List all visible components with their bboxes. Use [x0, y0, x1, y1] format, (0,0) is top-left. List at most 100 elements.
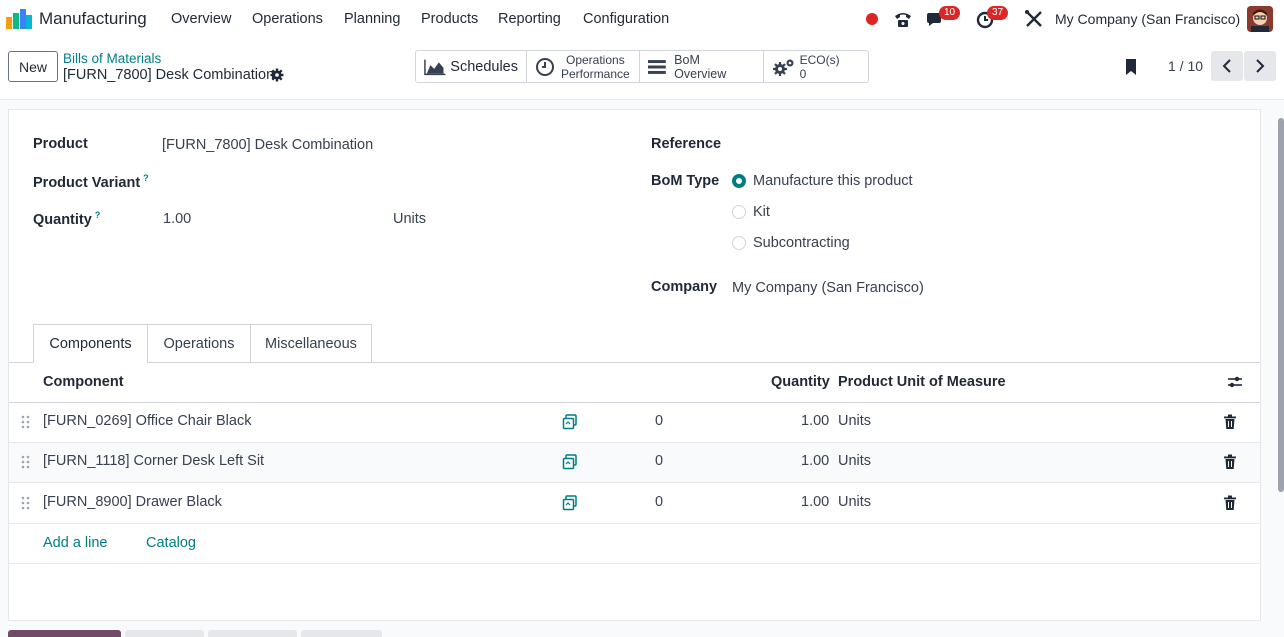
- menu-overview[interactable]: Overview: [171, 11, 231, 27]
- product-variant-label: Product Variant?: [33, 173, 149, 191]
- help-tooltip-icon[interactable]: ?: [143, 173, 149, 183]
- smart-buttons: Schedules Operations Performance BoM Ove…: [415, 50, 869, 83]
- column-quantity[interactable]: Quantity: [771, 374, 830, 390]
- bom-type-subcontracting-radio[interactable]: [732, 236, 746, 250]
- availability-cell: 0: [655, 494, 664, 510]
- pager-next-button[interactable]: [1244, 51, 1276, 81]
- add-line-row: Add a line Catalog: [9, 524, 1260, 564]
- eco-label: ECO(s): [799, 52, 840, 67]
- bom-type-subcontracting-label[interactable]: Subcontracting: [753, 235, 850, 251]
- availability-cell: 0: [655, 413, 664, 429]
- tab-components[interactable]: Components: [33, 324, 148, 363]
- component-cell[interactable]: [FURN_0269] Office Chair Black: [43, 413, 251, 429]
- bottom-primary-button[interactable]: [8, 630, 121, 637]
- company-label: Company: [651, 279, 718, 295]
- add-a-line-link[interactable]: Add a line: [43, 535, 108, 551]
- eco-button[interactable]: ECO(s) 0: [764, 51, 868, 82]
- tab-operations[interactable]: Operations: [147, 324, 251, 363]
- top-navbar: Manufacturing Overview Operations Planni…: [0, 0, 1284, 38]
- app-name[interactable]: Manufacturing: [39, 9, 147, 29]
- phone-icon[interactable]: [892, 9, 914, 29]
- bom-overview-label: BoM Overview: [674, 52, 727, 81]
- ops-perf-line2: Performance: [561, 66, 630, 81]
- bottom-secondary-button[interactable]: [208, 630, 297, 637]
- ops-perf-line1: Operations: [566, 52, 625, 67]
- area-chart-icon: [424, 59, 446, 75]
- messages-badge: 10: [939, 6, 961, 20]
- drag-handle-icon[interactable]: [21, 496, 31, 510]
- list-bars-icon: [648, 59, 667, 74]
- availability-cell: 0: [655, 453, 664, 469]
- forecast-report-icon[interactable]: [562, 495, 578, 511]
- menu-planning[interactable]: Planning: [344, 11, 400, 27]
- drag-handle-icon[interactable]: [21, 455, 31, 469]
- catalog-link[interactable]: Catalog: [146, 535, 196, 551]
- uom-cell[interactable]: Units: [838, 413, 871, 429]
- chevron-right-icon: [1256, 59, 1265, 73]
- quantity-label: Quantity?: [33, 210, 101, 228]
- record-status-dot-icon[interactable]: [866, 13, 878, 25]
- component-cell[interactable]: [FURN_8900] Drawer Black: [43, 494, 222, 510]
- menu-configuration[interactable]: Configuration: [583, 11, 669, 27]
- forecast-report-icon[interactable]: [562, 454, 578, 470]
- forecast-report-icon[interactable]: [562, 414, 578, 430]
- tab-miscellaneous[interactable]: Miscellaneous: [250, 324, 372, 363]
- eco-count: 0: [799, 66, 807, 81]
- delete-trash-icon[interactable]: [1223, 495, 1237, 511]
- manufacturing-app-icon[interactable]: [6, 9, 32, 29]
- gears-icon: [772, 59, 794, 76]
- user-avatar[interactable]: [1247, 6, 1273, 32]
- company-switcher[interactable]: My Company (San Francisco): [1055, 11, 1240, 27]
- reference-label: Reference: [651, 136, 722, 152]
- activities-badge: 37: [987, 6, 1009, 20]
- delete-trash-icon[interactable]: [1223, 454, 1237, 470]
- column-uom[interactable]: Product Unit of Measure: [838, 374, 1006, 390]
- operations-performance-button[interactable]: Operations Performance: [527, 51, 641, 82]
- bom-type-kit-radio[interactable]: [732, 205, 746, 219]
- breadcrumb-parent[interactable]: Bills of Materials: [63, 51, 161, 66]
- uom-cell[interactable]: Units: [838, 453, 871, 469]
- schedules-label: Schedules: [450, 58, 518, 75]
- pager-value[interactable]: 1 / 10: [1168, 58, 1203, 74]
- table-row[interactable]: [FURN_0269] Office Chair Black 0 1.00 Un…: [9, 403, 1260, 443]
- pager-previous-button[interactable]: [1211, 51, 1243, 81]
- quantity-uom-field[interactable]: Units: [393, 211, 426, 227]
- bottom-secondary-button[interactable]: [125, 630, 204, 637]
- company-field[interactable]: My Company (San Francisco): [732, 280, 924, 296]
- product-field[interactable]: [FURN_7800] Desk Combination: [162, 137, 373, 153]
- product-label: Product: [33, 136, 88, 152]
- quantity-cell[interactable]: 1.00: [801, 453, 829, 469]
- quantity-field[interactable]: 1.00: [163, 211, 191, 227]
- components-table-header: Component Quantity Product Unit of Measu…: [9, 363, 1260, 403]
- bom-type-manufacture-radio[interactable]: [732, 174, 746, 188]
- bom-overview-button[interactable]: BoM Overview: [640, 51, 764, 82]
- control-panel: New Bills of Materials [FURN_7800] Desk …: [0, 38, 1284, 100]
- new-button[interactable]: New: [8, 51, 58, 82]
- vertical-scrollbar[interactable]: [1278, 118, 1284, 492]
- bottom-secondary-button[interactable]: [301, 630, 382, 637]
- optional-columns-toggle-icon[interactable]: [1227, 375, 1243, 389]
- table-row[interactable]: [FURN_8900] Drawer Black 0 1.00 Units: [9, 484, 1260, 524]
- uom-cell[interactable]: Units: [838, 494, 871, 510]
- quantity-cell[interactable]: 1.00: [801, 413, 829, 429]
- component-cell[interactable]: [FURN_1118] Corner Desk Left Sit: [43, 453, 264, 469]
- drag-handle-icon[interactable]: [21, 415, 31, 429]
- breadcrumb-current: [FURN_7800] Desk Combination: [63, 67, 275, 83]
- menu-products[interactable]: Products: [421, 11, 478, 27]
- menu-reporting[interactable]: Reporting: [498, 11, 561, 27]
- debug-tools-icon[interactable]: [1023, 9, 1045, 29]
- bom-type-manufacture-label[interactable]: Manufacture this product: [753, 173, 913, 189]
- bom-type-kit-label[interactable]: Kit: [753, 204, 770, 220]
- schedules-button[interactable]: Schedules: [416, 51, 527, 82]
- bom-type-label: BoM Type: [651, 173, 720, 189]
- quantity-cell[interactable]: 1.00: [801, 494, 829, 510]
- record-actions-gear-icon[interactable]: [270, 68, 284, 82]
- delete-trash-icon[interactable]: [1223, 414, 1237, 430]
- chevron-left-icon: [1222, 59, 1231, 73]
- table-row[interactable]: [FURN_1118] Corner Desk Left Sit 0 1.00 …: [9, 443, 1260, 483]
- menu-operations[interactable]: Operations: [252, 11, 323, 27]
- column-component[interactable]: Component: [43, 374, 124, 390]
- help-tooltip-icon[interactable]: ?: [95, 210, 101, 220]
- bookmark-icon[interactable]: [1124, 58, 1138, 76]
- clock-icon: [536, 57, 554, 76]
